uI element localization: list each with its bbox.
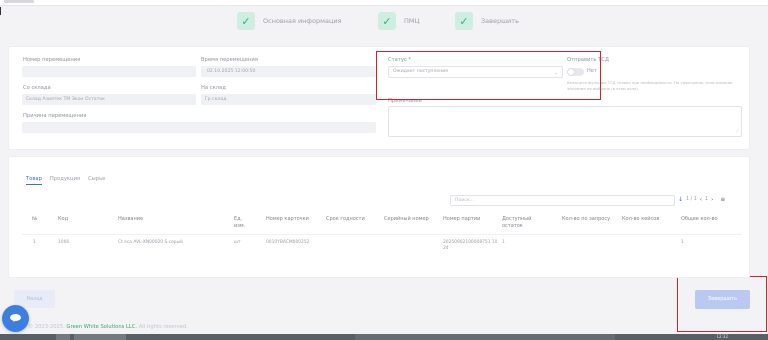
check-icon: ✓ <box>378 12 396 30</box>
cell-total: 1 <box>681 240 684 245</box>
cell-card-number: 0010YBACM000252 <box>266 240 310 245</box>
footer-copyright: © 2023-2025, Green White Solutions LLC. … <box>28 324 188 330</box>
column-header: Номер карточки <box>266 216 309 222</box>
tab-goods[interactable]: Товар <box>26 176 42 182</box>
cell-batch-number: 20250902100008751 1024 <box>443 240 498 251</box>
check-icon: ✓ <box>455 12 473 30</box>
cell-available: 1 <box>502 240 505 245</box>
column-header: Доступный остаток <box>502 216 532 229</box>
cell-code: 1066 <box>58 240 70 245</box>
column-header: Общее кол-во <box>681 216 718 222</box>
finish-button[interactable]: Завершить <box>695 290 750 309</box>
menu-icon[interactable]: ≡ <box>720 196 725 203</box>
step-label: Завершить <box>481 17 519 25</box>
search-input[interactable]: Поиск... <box>450 195 675 206</box>
taskbar-app-icon[interactable] <box>56 334 70 340</box>
transfer-time-value: 02.10.2025 12:00:50 <box>207 69 256 74</box>
column-header: № <box>32 216 38 222</box>
from-warehouse-field[interactable]: Склад Азиатек ТМ Экон Остаток <box>22 94 196 105</box>
tab-raw-materials[interactable]: Сырье <box>88 176 105 182</box>
os-taskbar: 12:32 <box>0 334 768 340</box>
product-tabs: Товар Продукция Сырье <box>26 176 105 182</box>
column-header: Номер партии <box>443 216 481 222</box>
column-header: Кол-во кейсов <box>622 216 660 222</box>
column-header: Код <box>58 216 69 222</box>
cell-index: 1 <box>33 240 36 245</box>
arrow-down-icon[interactable]: ↓ <box>678 196 683 203</box>
reason-label: Причина перемещения <box>23 113 87 119</box>
taskbar-app-icon[interactable] <box>74 334 126 340</box>
footer-brand-link[interactable]: Green White Solutions LLC. <box>66 324 137 330</box>
step-label: ПМЦ <box>404 17 420 25</box>
table-divider <box>22 234 742 235</box>
step-pmc[interactable]: ✓ ПМЦ <box>378 11 420 31</box>
taskbar-clock: 12:32 <box>716 334 728 339</box>
column-header: Срок годности <box>326 216 365 222</box>
chevron-right-icon[interactable]: › <box>711 197 713 203</box>
footer-suffix: All rights reserved. <box>138 324 188 330</box>
highlight-box-status <box>376 51 601 100</box>
pagination: ↓ 1 / 1 ‹ 1 › ≡ <box>678 196 725 203</box>
to-warehouse-label: На склад <box>201 85 226 91</box>
cell-name: Ct еса AVL-XN00020 S серый <box>118 240 183 245</box>
transfer-time-label: Время перемещения <box>201 57 258 63</box>
column-header: Ед. изм. <box>234 216 246 229</box>
header-placeholder <box>4 0 34 3</box>
footer-prefix: © 2023-2025, <box>28 324 65 330</box>
page-range: 1 / 1 <box>686 197 697 202</box>
resize-grip-icon[interactable]: ⟋ <box>735 129 739 135</box>
chevron-left-icon[interactable]: ‹ <box>700 197 702 203</box>
transfer-number-field[interactable] <box>22 66 196 77</box>
note-textarea[interactable]: ⟋ <box>388 106 742 137</box>
cell-unit: шт <box>234 240 241 245</box>
step-label: Основная информация <box>263 17 342 25</box>
top-header-strip <box>0 0 768 6</box>
transfer-time-field[interactable]: 02.10.2025 12:00:50 <box>201 66 376 77</box>
transfer-number-label: Номер перемещения <box>23 57 81 63</box>
step-main-info[interactable]: ✓ Основная информация <box>237 11 342 31</box>
chat-bubble-icon[interactable] <box>2 305 29 332</box>
step-finish[interactable]: ✓ Завершить <box>455 11 519 31</box>
column-header: Кол-во по запросу <box>562 216 611 222</box>
to-warehouse-field[interactable]: Гр склад <box>201 94 376 105</box>
taskbar-window[interactable] <box>355 334 615 340</box>
active-tab-underline <box>26 184 42 185</box>
wizard-stepper: ✓ Основная информация ✓ ПМЦ ✓ Завершить <box>0 8 768 34</box>
from-warehouse-label: Со склада <box>23 85 51 91</box>
tab-production[interactable]: Продукция <box>50 176 80 182</box>
page-current: 1 <box>705 197 709 202</box>
check-icon: ✓ <box>237 12 255 30</box>
reason-field[interactable] <box>22 122 376 133</box>
column-header: Название <box>118 216 144 222</box>
column-header: Серийный номер <box>384 216 429 222</box>
